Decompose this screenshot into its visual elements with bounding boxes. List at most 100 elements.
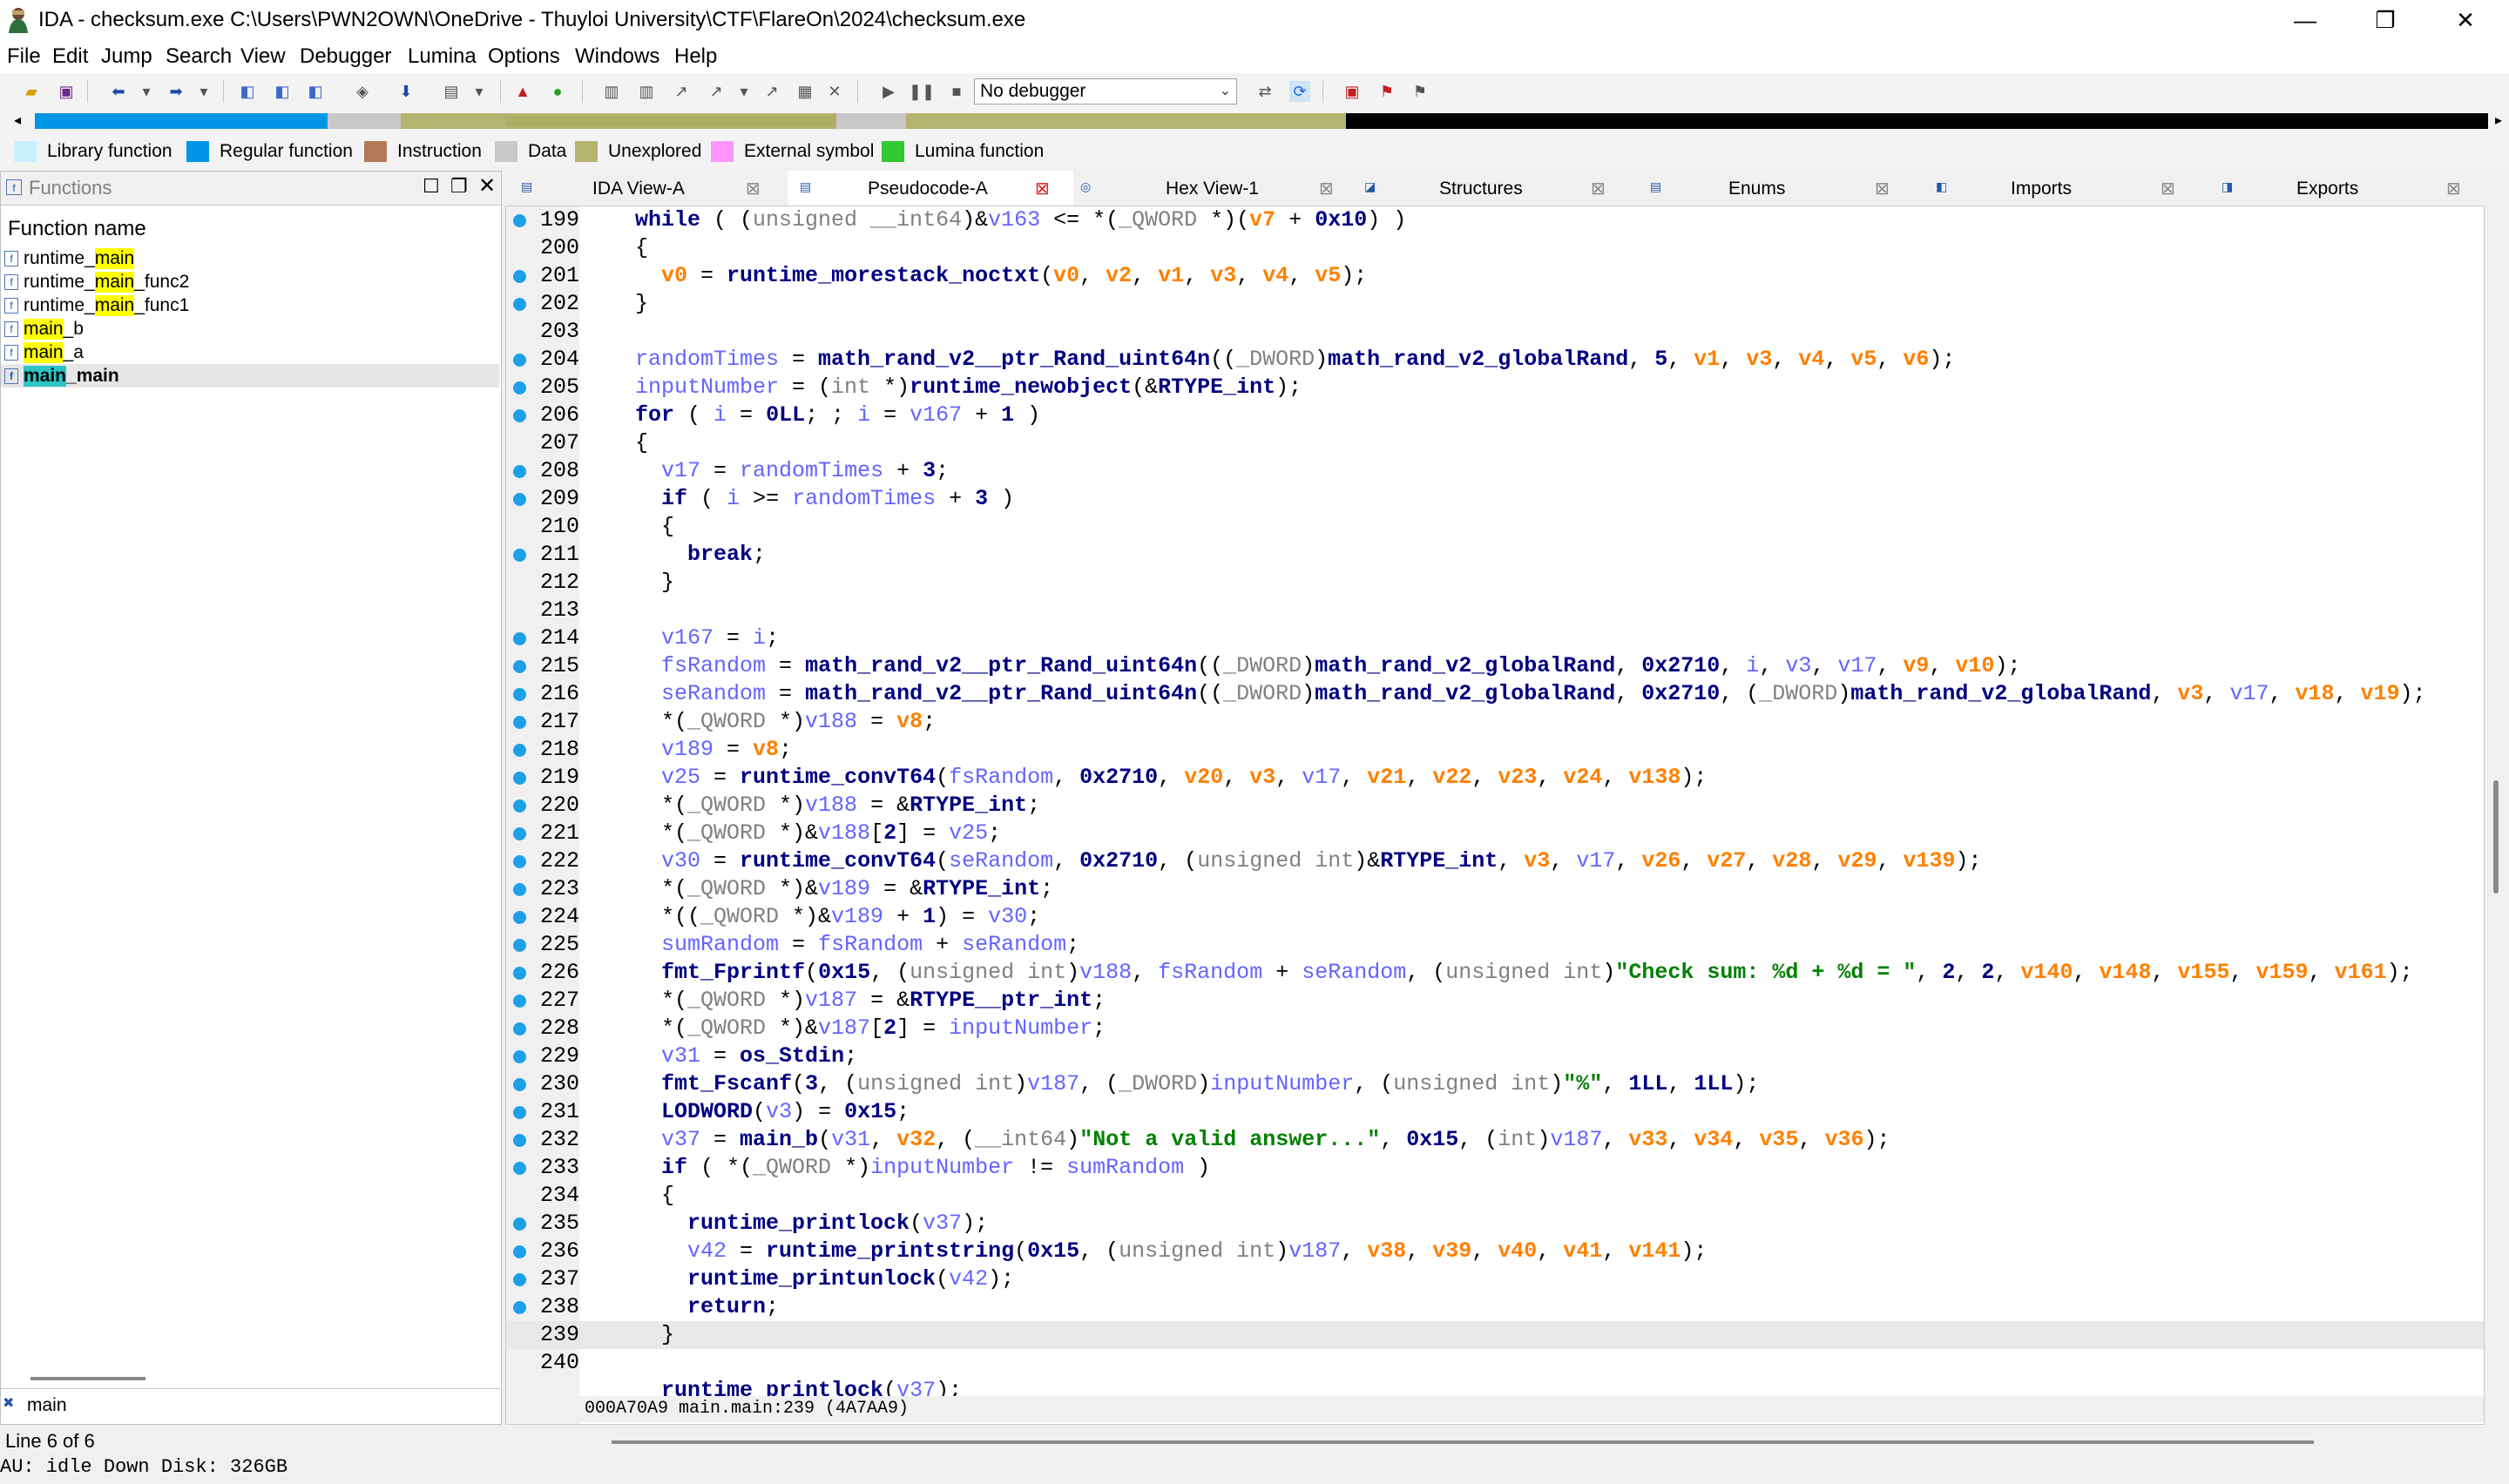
text-dropdown-icon[interactable]: ▾ (469, 81, 490, 102)
code-line[interactable]: 215 fsRandom = math_rand_v2__ptr_Rand_ui… (506, 652, 2484, 680)
hscroll-thumb[interactable] (612, 1440, 2314, 1444)
vscroll-thumb[interactable] (2493, 780, 2499, 894)
code-line[interactable]: 230 fmt_Fscanf(3, (unsigned int)v187, (_… (506, 1070, 2484, 1098)
tab-close-icon[interactable]: ⊠ (1319, 178, 1334, 199)
menu-file[interactable]: File (7, 44, 41, 69)
code-line[interactable]: 235 runtime_printlock(v37); (506, 1210, 2484, 1238)
breakpoint-dot[interactable] (513, 1078, 526, 1091)
breakpoint-dot[interactable] (513, 1245, 526, 1258)
nav-right-arrow-icon[interactable]: ▸ (2495, 111, 2502, 129)
breakpoint-dot[interactable] (513, 549, 526, 562)
green-dot-icon[interactable]: ● (547, 81, 568, 102)
code-horizontal-scrollbar[interactable] (505, 1425, 2485, 1460)
breakpoint-dot[interactable] (513, 214, 526, 227)
back-dropdown-icon[interactable]: ▾ (136, 81, 157, 102)
trace2-icon[interactable]: ⚑ (1410, 81, 1430, 102)
menu-options[interactable]: Options (488, 44, 560, 69)
function-row[interactable]: f runtime_ main (4, 246, 135, 270)
code-line[interactable]: 203 (506, 318, 2484, 346)
column-header-function-name[interactable]: Function name (8, 217, 146, 241)
struct-icon[interactable]: ▥ (601, 81, 622, 102)
code-line[interactable]: 207 { (506, 429, 2484, 457)
navigation-strip[interactable] (35, 113, 2488, 129)
pseudocode-view[interactable]: 199 while ( (unsigned __int64)&v163 <= *(… (505, 206, 2485, 1425)
breakpoint-dot[interactable] (513, 911, 526, 924)
code-line[interactable]: 216 seRandom = math_rand_v2__ptr_Rand_ui… (506, 680, 2484, 708)
save-icon[interactable]: ▣ (56, 81, 77, 102)
code-line[interactable]: 206 for ( i = 0LL; ; i = v167 + 1 ) (506, 401, 2484, 429)
code-line[interactable]: 219 v25 = runtime_convT64(fsRandom, 0x27… (506, 764, 2484, 792)
close-pane-icon[interactable]: ✕ (478, 173, 496, 199)
code-line[interactable]: 209 if ( i >= randomTimes + 3 ) (506, 485, 2484, 513)
debugger-select[interactable]: No debugger ⌄ (974, 78, 1237, 105)
code-line[interactable]: 217 *(_QWORD *)v188 = v8; (506, 708, 2484, 736)
code-line[interactable]: 234 { (506, 1182, 2484, 1210)
chart-icon[interactable]: ▦ (795, 81, 815, 102)
forward-icon[interactable]: ➡ (166, 81, 186, 102)
play-icon[interactable]: ▶ (878, 81, 899, 102)
bookmark-icon[interactable]: ◧ (237, 81, 258, 102)
tab-close-icon[interactable]: ⊠ (1035, 178, 1050, 199)
func-icon[interactable]: ↗ (671, 81, 692, 102)
breakpoint-dot[interactable] (513, 1301, 526, 1314)
breakpoint-dot[interactable] (513, 967, 526, 980)
function-search-text[interactable]: main (27, 1395, 67, 1416)
sync-icon[interactable]: ⟳ (1289, 81, 1310, 102)
code-line[interactable]: 240 (506, 1349, 2484, 1377)
bookmark2-icon[interactable]: ◧ (272, 81, 293, 102)
breakpoint-dot[interactable] (513, 1218, 526, 1231)
code-line[interactable]: 229 v31 = os_Stdin; (506, 1042, 2484, 1070)
tab-close-icon[interactable]: ⊠ (1591, 178, 1606, 199)
breakpoint-dot[interactable] (513, 493, 526, 506)
code-line[interactable]: 238 return; (506, 1293, 2484, 1321)
close-window-button[interactable]: ✕ (2425, 0, 2506, 40)
code-line[interactable]: 232 v37 = main_b(v31, v32, (__int64)"Not… (506, 1126, 2484, 1154)
patch-icon[interactable]: ↗ (761, 81, 782, 102)
code-line[interactable]: 231 LODWORD(v3) = 0x15; (506, 1098, 2484, 1126)
menu-jump[interactable]: Jump (101, 44, 152, 69)
breakpoint-dot[interactable] (513, 939, 526, 952)
breakpoint-dot[interactable] (513, 465, 526, 478)
code-line-current[interactable]: 239 } (506, 1321, 2484, 1349)
nav-left-arrow-icon[interactable]: ◂ (14, 111, 21, 129)
breakpoint-dot[interactable] (513, 855, 526, 868)
menu-lumina[interactable]: Lumina (408, 44, 477, 69)
tab-pseudocode-a[interactable]: ▤ Pseudocode-A ⊠ (788, 171, 1073, 206)
open-icon[interactable]: ▰ (21, 81, 42, 102)
menu-edit[interactable]: Edit (52, 44, 88, 69)
tab-close-icon[interactable]: ⊠ (2446, 178, 2461, 199)
delete-icon[interactable]: ✕ (824, 81, 845, 102)
breakpoint-dot[interactable] (513, 744, 526, 757)
menu-help[interactable]: Help (674, 44, 717, 69)
function-row[interactable]: f main _a (4, 341, 84, 364)
code-line[interactable]: 225 sumRandom = fsRandom + seRandom; (506, 931, 2484, 959)
code-line[interactable]: 211 break; (506, 541, 2484, 569)
code-line[interactable]: 224 *((_QWORD *)&v189 + 1) = v30; (506, 903, 2484, 931)
code-line[interactable]: 221 *(_QWORD *)&v188[2] = v25; (506, 820, 2484, 847)
code-line[interactable]: 218 v189 = v8; (506, 736, 2484, 764)
xref-dropdown-icon[interactable]: ▾ (734, 81, 754, 102)
text-icon[interactable]: ▤ (441, 81, 462, 102)
code-line[interactable]: 212 } (506, 569, 2484, 597)
breakpoint-dot[interactable] (513, 1050, 526, 1063)
breakpoint-dot[interactable] (513, 660, 526, 673)
breakpoint-dot[interactable] (513, 995, 526, 1008)
tab-structures[interactable]: ◪ Structures ⊠ (1359, 171, 1645, 206)
menu-search[interactable]: Search (166, 44, 232, 69)
breakpoint-dot[interactable] (513, 270, 526, 283)
functions-hscroll-thumb[interactable] (30, 1377, 145, 1380)
breakpoint-dot[interactable] (513, 298, 526, 311)
minimize-button[interactable]: — (2265, 0, 2345, 40)
navigation-band[interactable]: ◂ ▸ (0, 110, 2509, 132)
breakpoint-dot[interactable] (513, 632, 526, 645)
bookmark3-icon[interactable]: ◧ (305, 81, 326, 102)
menu-view[interactable]: View (240, 44, 286, 69)
function-row[interactable]: f main _b (4, 317, 84, 341)
code-line[interactable]: 226 fmt_Fprintf(0x15, (unsigned int)v188… (506, 959, 2484, 987)
breakpoint-dot[interactable] (513, 1273, 526, 1286)
attach-icon[interactable]: ⇄ (1254, 81, 1275, 102)
code-vertical-scrollbar[interactable] (2485, 206, 2509, 1425)
tab-enums[interactable]: ▤ Enums ⊠ (1645, 171, 1931, 206)
graph-icon[interactable]: ▲ (512, 81, 533, 102)
tab-ida-view-a[interactable]: ▤ IDA View-A ⊠ (505, 171, 788, 206)
